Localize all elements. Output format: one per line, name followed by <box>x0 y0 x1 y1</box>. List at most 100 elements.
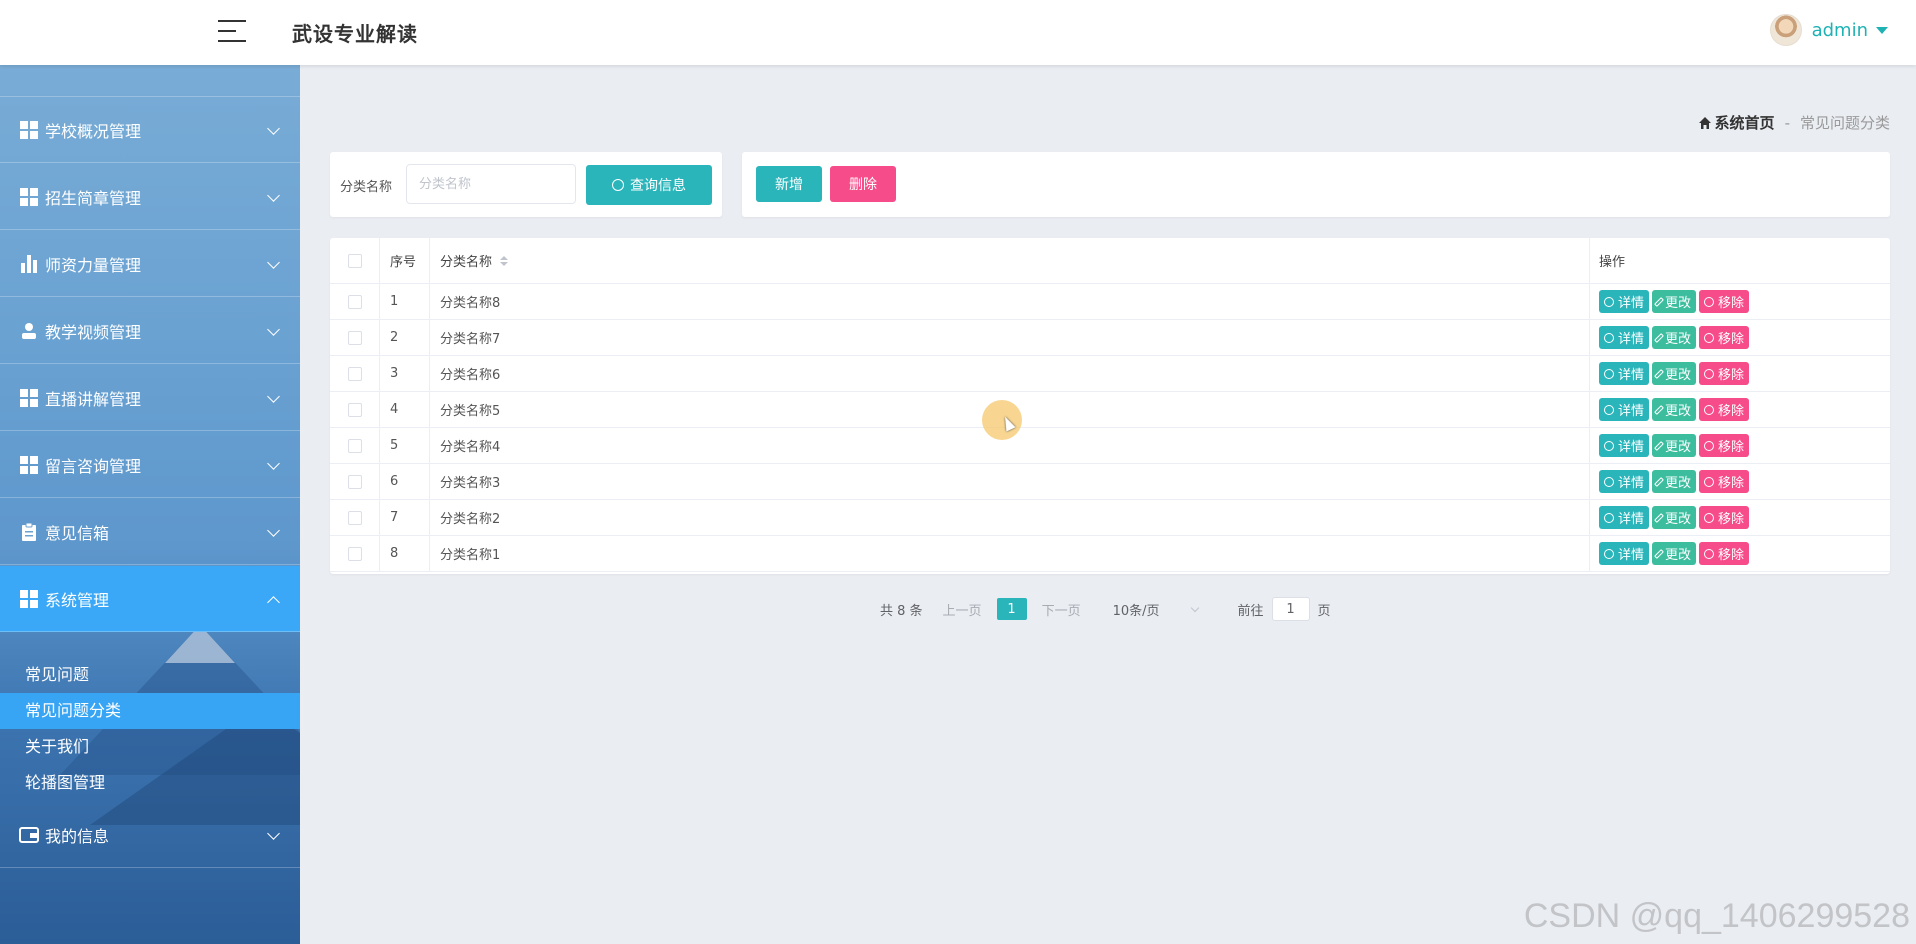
remove-button[interactable]: 移除 <box>1699 542 1750 565</box>
goto-page-input[interactable] <box>1271 597 1310 621</box>
hamburger-icon[interactable] <box>218 18 246 44</box>
row-actions: 详情 更改 移除 <box>1590 356 1890 391</box>
grid-icon <box>19 455 39 475</box>
search-icon <box>1604 332 1614 343</box>
row-checkbox[interactable] <box>347 546 362 561</box>
row-checkbox[interactable] <box>347 402 362 417</box>
pencil-icon <box>1654 404 1664 415</box>
detail-label: 详情 <box>1618 368 1645 383</box>
caret-down-icon[interactable] <box>1876 26 1888 34</box>
edit-label: 更改 <box>1665 404 1692 419</box>
detail-button[interactable]: 详情 <box>1599 542 1650 565</box>
header-name[interactable]: 分类名称 <box>430 238 1590 283</box>
detail-button[interactable]: 详情 <box>1599 434 1650 457</box>
remove-label: 移除 <box>1718 476 1745 491</box>
avatar[interactable] <box>1769 14 1802 46</box>
sidebar-item-live[interactable]: 直播讲解管理 <box>0 365 300 431</box>
search-icon <box>1604 404 1614 415</box>
user-name[interactable]: admin <box>1812 20 1868 41</box>
detail-label: 详情 <box>1618 296 1645 311</box>
goto-unit: 页 <box>1317 603 1331 619</box>
detail-button[interactable]: 详情 <box>1599 506 1650 529</box>
edit-button[interactable]: 更改 <box>1652 290 1697 313</box>
pencil-icon <box>1654 332 1664 343</box>
detail-button[interactable]: 详情 <box>1599 290 1650 313</box>
sidebar-item-partial[interactable] <box>0 65 300 97</box>
edit-button[interactable]: 更改 <box>1652 434 1697 457</box>
close-circle-icon <box>1704 404 1715 415</box>
edit-button[interactable]: 更改 <box>1652 362 1697 385</box>
remove-label: 移除 <box>1718 368 1745 383</box>
sidebar-item-system[interactable]: 系统管理 <box>0 566 300 632</box>
row-name: 分类名称8 <box>430 284 1590 319</box>
detail-button[interactable]: 详情 <box>1599 326 1650 349</box>
chevron-down-icon <box>267 323 280 336</box>
remove-button[interactable]: 移除 <box>1699 326 1750 349</box>
sidebar-item-teaching-video[interactable]: 教学视频管理 <box>0 298 300 364</box>
row-checkbox-cell <box>330 392 380 427</box>
detail-label: 详情 <box>1618 332 1645 347</box>
edit-label: 更改 <box>1665 440 1692 455</box>
select-all-checkbox[interactable] <box>347 253 362 268</box>
top-header: 武设专业解读 admin <box>0 0 1916 65</box>
remove-button[interactable]: 移除 <box>1699 506 1750 529</box>
page-size-select[interactable]: 10条/页 <box>1113 600 1199 619</box>
detail-button[interactable]: 详情 <box>1599 470 1650 493</box>
sidebar-subitem-faq[interactable]: 常见问题 <box>0 657 300 693</box>
remove-button[interactable]: 移除 <box>1699 398 1750 421</box>
sidebar-subitem-about-us[interactable]: 关于我们 <box>0 729 300 765</box>
edit-button[interactable]: 更改 <box>1652 470 1697 493</box>
detail-label: 详情 <box>1618 440 1645 455</box>
remove-button[interactable]: 移除 <box>1699 290 1750 313</box>
page-number-button[interactable]: 1 <box>996 598 1027 620</box>
row-index: 5 <box>380 428 430 463</box>
edit-button[interactable]: 更改 <box>1652 326 1697 349</box>
sidebar-item-feedback[interactable]: 意见信箱 <box>0 499 300 565</box>
edit-button[interactable]: 更改 <box>1652 398 1697 421</box>
edit-button[interactable]: 更改 <box>1652 542 1697 565</box>
next-page-button[interactable]: 下一页 <box>1042 600 1081 619</box>
remove-button[interactable]: 移除 <box>1699 434 1750 457</box>
remove-label: 移除 <box>1718 296 1745 311</box>
row-checkbox[interactable] <box>347 474 362 489</box>
detail-button[interactable]: 详情 <box>1599 398 1650 421</box>
row-checkbox-cell <box>330 284 380 319</box>
add-button[interactable]: 新增 <box>756 166 822 202</box>
detail-label: 详情 <box>1618 512 1645 527</box>
sidebar-subitem-faq-category[interactable]: 常见问题分类 <box>0 693 300 729</box>
sidebar-subitem-carousel[interactable]: 轮播图管理 <box>0 765 300 801</box>
pagination-total: 共 8 条 <box>880 603 923 619</box>
edit-label: 更改 <box>1665 332 1692 347</box>
breadcrumb-home-label[interactable]: 系统首页 <box>1715 112 1775 133</box>
detail-label: 详情 <box>1618 476 1645 491</box>
search-panel: 分类名称 查询信息 <box>330 152 722 217</box>
query-button[interactable]: 查询信息 <box>586 165 712 205</box>
bar-chart-icon <box>19 254 39 274</box>
edit-label: 更改 <box>1665 476 1692 491</box>
sidebar-item-faculty[interactable]: 师资力量管理 <box>0 231 300 297</box>
row-checkbox[interactable] <box>347 438 362 453</box>
row-checkbox[interactable] <box>347 510 362 525</box>
sort-icon[interactable] <box>500 255 509 266</box>
row-index: 3 <box>380 356 430 391</box>
user-menu[interactable]: admin <box>1769 14 1888 46</box>
sidebar-item-admissions[interactable]: 招生简章管理 <box>0 164 300 230</box>
detail-button[interactable]: 详情 <box>1599 362 1650 385</box>
breadcrumb-home[interactable]: 系统首页 <box>1698 112 1775 133</box>
prev-page-button[interactable]: 上一页 <box>943 600 982 619</box>
sidebar-item-label: 留言咨询管理 <box>45 456 142 476</box>
edit-button[interactable]: 更改 <box>1652 506 1697 529</box>
sidebar-item-my-info[interactable]: 我的信息 <box>0 802 300 868</box>
row-checkbox[interactable] <box>347 366 362 381</box>
delete-button[interactable]: 删除 <box>830 166 896 202</box>
row-checkbox[interactable] <box>347 330 362 345</box>
close-circle-icon <box>1704 368 1715 379</box>
search-input[interactable] <box>406 164 576 204</box>
remove-button[interactable]: 移除 <box>1699 470 1750 493</box>
row-checkbox[interactable] <box>347 294 362 309</box>
row-index: 4 <box>380 392 430 427</box>
sidebar-item-school-overview[interactable]: 学校概况管理 <box>0 97 300 163</box>
row-name: 分类名称7 <box>430 320 1590 355</box>
remove-button[interactable]: 移除 <box>1699 362 1750 385</box>
sidebar-item-messages[interactable]: 留言咨询管理 <box>0 432 300 498</box>
